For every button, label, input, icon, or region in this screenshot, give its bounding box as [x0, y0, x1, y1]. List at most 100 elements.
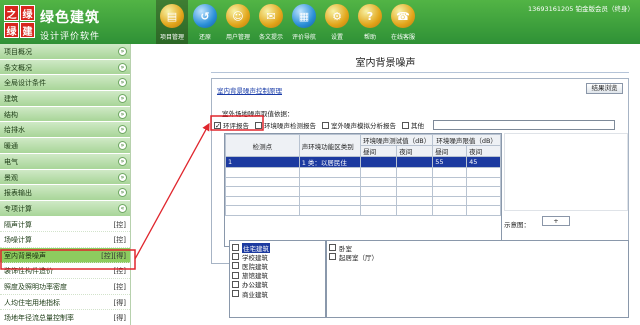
- result-browse-button[interactable]: 结果浏览: [586, 83, 623, 94]
- checkbox-icon[interactable]: [322, 121, 329, 129]
- checkbox-icon[interactable]: [255, 121, 262, 129]
- collapse-icon[interactable]: «: [118, 203, 127, 213]
- header-bar: 之 绿 绿 建 绿色建筑 设计评价软件 ▤ 项目管理 ↺ 还原 ☺ 用户管理 ✉: [0, 0, 640, 44]
- nav-help[interactable]: ? 帮助: [354, 0, 386, 44]
- sidebar-item-tag: [得]: [113, 314, 126, 323]
- checkbox-icon[interactable]: [329, 253, 336, 261]
- table-row[interactable]: [225, 195, 501, 206]
- control-principle-link[interactable]: 室内背景噪声控制原理: [217, 85, 282, 95]
- checkbox-icon[interactable]: [329, 244, 336, 252]
- cell-measured-day[interactable]: [360, 156, 398, 168]
- sidebar-item-land-per-capita[interactable]: 人均住宅用地指标 [得]: [0, 295, 130, 311]
- sidebar-section-label: 条文概况: [4, 63, 32, 72]
- list-item-label: 起居室（厅）: [339, 253, 378, 262]
- nav-project-management[interactable]: ▤ 项目管理: [156, 0, 188, 44]
- basis-option-simulation-report[interactable]: 室外噪声模拟分析报告: [322, 120, 396, 130]
- list-item[interactable]: 起居室（厅）: [329, 252, 626, 262]
- sidebar-item-runoff-control[interactable]: 场地年径流总量控制率 [得]: [0, 310, 130, 325]
- nav-clause-tips[interactable]: ✉ 条文提示: [255, 0, 287, 44]
- nav-user-management[interactable]: ☺ 用户管理: [222, 0, 254, 44]
- table-row[interactable]: [225, 176, 501, 187]
- sidebar-item-tag: [控][得]: [101, 251, 126, 260]
- cell-limit-day[interactable]: 55: [432, 156, 468, 168]
- sidebar: 项目概况 » 条文概况 » 全局设计条件 » 建筑 » 结构 » 给排水 » 暖通 » 电气 »…: [0, 44, 131, 325]
- sidebar-section-special-calculation[interactable]: 专项计算 «: [0, 200, 130, 217]
- nav-evaluation-navigation[interactable]: ▦ 评价导航: [288, 0, 320, 44]
- basis-option-label: 其他: [411, 122, 424, 130]
- checkbox-checked-icon[interactable]: ✓: [214, 121, 221, 129]
- list-item[interactable]: 商业建筑: [232, 289, 323, 299]
- sidebar-section-label: 暖通: [4, 142, 18, 151]
- checkbox-icon[interactable]: [232, 262, 239, 270]
- sidebar-item-label: 人均住宅用地指标: [4, 298, 60, 307]
- checkbox-icon[interactable]: [232, 290, 239, 298]
- nav-restore[interactable]: ↺ 还原: [189, 0, 221, 44]
- table-row[interactable]: [225, 205, 501, 216]
- basis-option-label: 室外噪声模拟分析报告: [331, 122, 396, 130]
- basis-label: 室外场地噪声取值依据：: [222, 110, 294, 118]
- sidebar-section-project-overview[interactable]: 项目概况 »: [0, 44, 130, 60]
- sidebar-section-landscape[interactable]: 景观 »: [0, 169, 130, 186]
- sidebar-item-site-noise[interactable]: 场噪计算 [控]: [0, 232, 130, 248]
- basis-option-eia-report[interactable]: ✓ 环评报告: [214, 120, 249, 130]
- sidebar-item-sound-insulation[interactable]: 隔声计算 [控]: [0, 217, 130, 233]
- expand-icon[interactable]: »: [118, 78, 127, 88]
- sidebar-section-structure[interactable]: 结构 »: [0, 106, 130, 123]
- sidebar-section-hvac[interactable]: 暖通 »: [0, 138, 130, 154]
- user-icon: ☺: [226, 4, 250, 28]
- table-row[interactable]: 1 1 类：以居民住 55 45: [225, 156, 501, 168]
- sidebar-item-decorative-cost[interactable]: 装饰性构件造价 [控]: [0, 263, 130, 279]
- sidebar-section-report-output[interactable]: 报表输出 »: [0, 185, 130, 201]
- nav-label: 设置: [330, 34, 343, 41]
- expand-icon[interactable]: »: [118, 47, 127, 56]
- checkbox-icon[interactable]: [232, 244, 239, 252]
- sidebar-section-architecture[interactable]: 建筑 »: [0, 91, 130, 107]
- sidebar-item-lighting-density[interactable]: 照度及照明功率密度 [控]: [0, 279, 130, 295]
- basis-option-label: 环境噪声检测报告: [264, 122, 316, 130]
- nav-label: 帮助: [363, 34, 376, 41]
- folder-icon: ▤: [160, 4, 184, 28]
- sidebar-item-indoor-background-noise[interactable]: 室内背景噪声 [控][得]: [0, 247, 130, 264]
- sidebar-item-label: 场噪计算: [4, 236, 32, 245]
- checkbox-icon[interactable]: [232, 253, 239, 261]
- table-row[interactable]: [225, 167, 501, 178]
- cell-limit-night[interactable]: 45: [466, 156, 501, 168]
- cell-point[interactable]: 1: [225, 156, 300, 168]
- sidebar-section-label: 全局设计条件: [4, 79, 46, 88]
- expand-icon[interactable]: »: [118, 188, 127, 198]
- app-window: 之 绿 绿 建 绿色建筑 设计评价软件 ▤ 项目管理 ↺ 还原 ☺ 用户管理 ✉: [0, 0, 640, 325]
- sidebar-section-global-conditions[interactable]: 全局设计条件 »: [0, 75, 130, 92]
- diagram-select[interactable]: +: [542, 216, 570, 226]
- sidebar-item-label: 隔声计算: [4, 220, 32, 229]
- expand-icon[interactable]: »: [118, 62, 127, 72]
- checkbox-icon[interactable]: [232, 280, 239, 288]
- app-logo: 之 绿 绿 建: [4, 5, 36, 39]
- table-row[interactable]: [225, 186, 501, 197]
- checkbox-icon[interactable]: [402, 121, 409, 129]
- sidebar-item-tag: [控]: [113, 220, 126, 229]
- sidebar-item-tag: [控]: [113, 267, 126, 276]
- nav-settings[interactable]: ⚙ 设置: [321, 0, 353, 44]
- sidebar-section-plumbing[interactable]: 给排水 »: [0, 122, 130, 139]
- sidebar-section-electrical[interactable]: 电气 »: [0, 153, 130, 170]
- expand-icon[interactable]: »: [118, 156, 127, 166]
- expand-icon[interactable]: »: [118, 125, 127, 135]
- cell-category[interactable]: 1 类：以居民住: [298, 156, 362, 168]
- expand-icon[interactable]: »: [118, 172, 127, 182]
- noise-grid: 检测点 声环境功能区类别 环境噪声测试值（dB） 环境噪声限值（dB） 昼间 夜…: [224, 133, 502, 247]
- nav-label: 条文提示: [258, 34, 283, 41]
- help-icon: ?: [358, 4, 382, 28]
- cell-measured-night[interactable]: [396, 156, 434, 168]
- basis-option-other[interactable]: 其他: [402, 120, 424, 130]
- nav-online-service[interactable]: ☎ 在线客服: [387, 0, 419, 44]
- sidebar-section-clause-overview[interactable]: 条文概况 »: [0, 59, 130, 76]
- diagram-preview: [504, 133, 628, 211]
- expand-icon[interactable]: »: [118, 94, 127, 104]
- checkbox-icon[interactable]: [232, 271, 239, 279]
- basis-option-noise-test-report[interactable]: 环境噪声检测报告: [255, 120, 316, 130]
- diagram-label: 示意图：: [504, 221, 530, 229]
- top-nav: ▤ 项目管理 ↺ 还原 ☺ 用户管理 ✉ 条文提示 ▦ 评价导航 ⚙ 设置 ? …: [156, 0, 420, 44]
- other-basis-input[interactable]: [433, 120, 615, 130]
- expand-icon[interactable]: »: [118, 141, 127, 151]
- expand-icon[interactable]: »: [118, 109, 127, 119]
